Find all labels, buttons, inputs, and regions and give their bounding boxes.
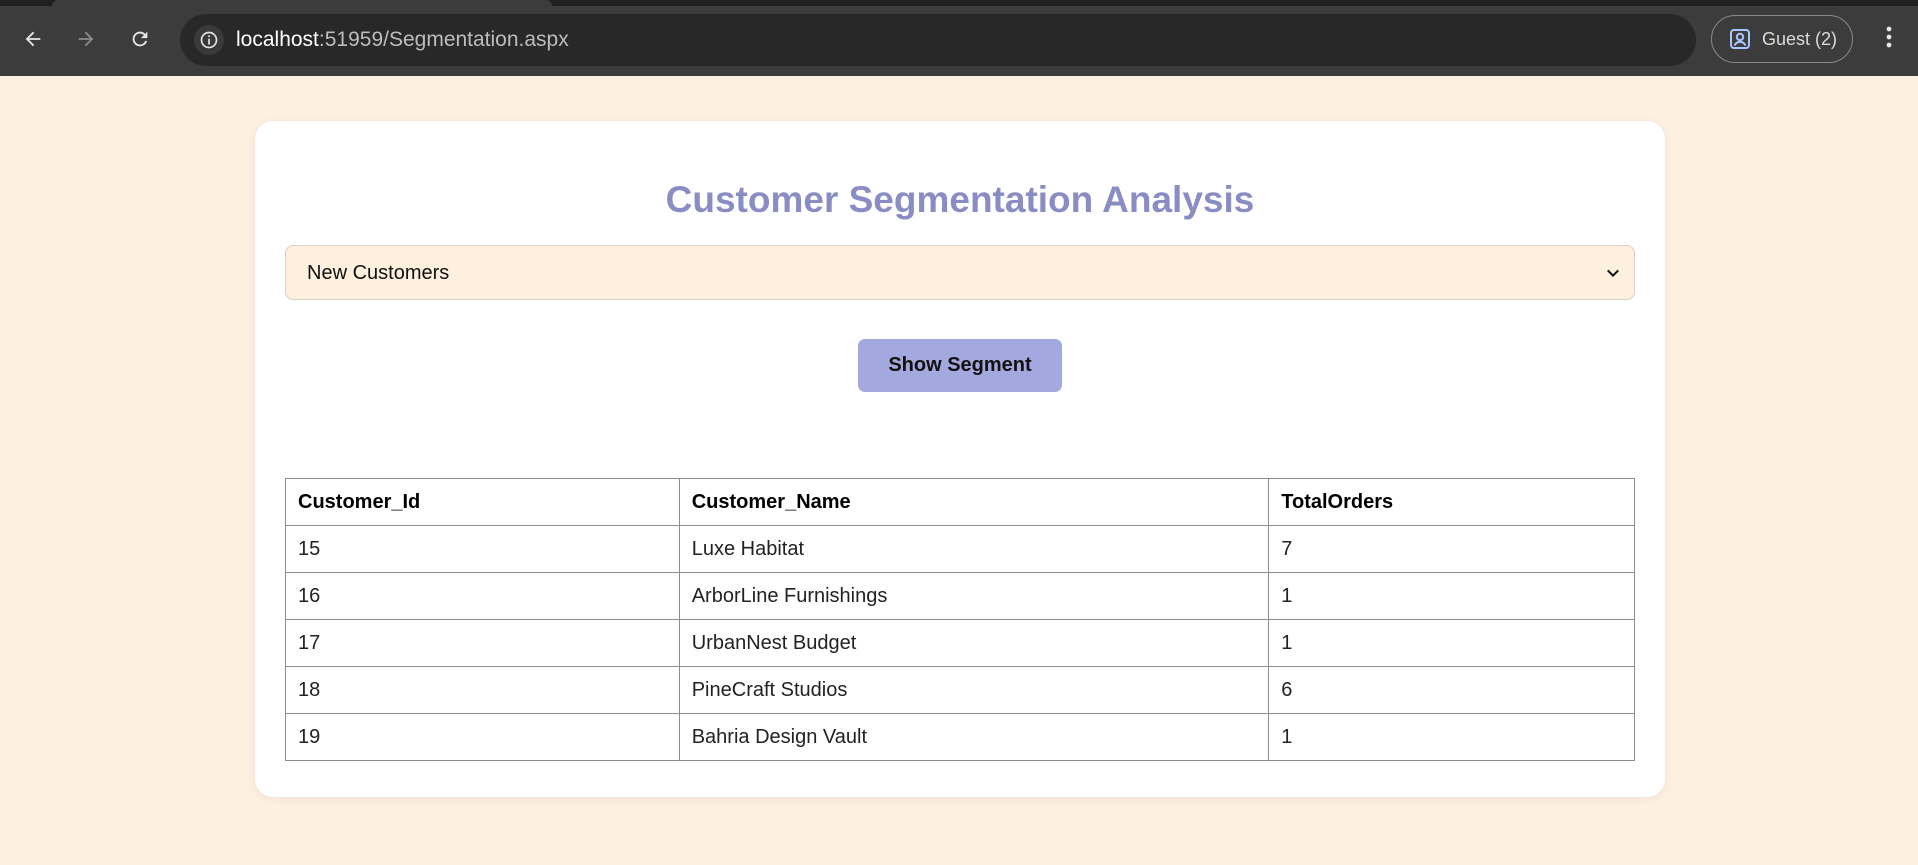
table-row: 19 Bahria Design Vault 1 xyxy=(285,713,1635,761)
chevron-down-icon xyxy=(1604,264,1622,282)
browser-toolbar: localhost:51959/Segmentation.aspx Guest … xyxy=(0,0,1918,76)
segment-select[interactable]: New Customers xyxy=(285,245,1635,300)
cell-customer-id: 19 xyxy=(285,713,680,761)
table-row: 18 PineCraft Studios 6 xyxy=(285,666,1635,714)
url-host: localhost xyxy=(236,28,319,51)
url-text[interactable]: localhost:51959/Segmentation.aspx xyxy=(236,14,569,66)
cell-customer-name: Luxe Habitat xyxy=(678,525,1270,573)
cell-total-orders: 1 xyxy=(1268,713,1635,761)
profile-icon xyxy=(1728,27,1752,51)
cell-total-orders: 6 xyxy=(1268,666,1635,714)
table-header-row: Customer_Id Customer_Name TotalOrders xyxy=(285,478,1635,526)
cell-customer-id: 18 xyxy=(285,666,680,714)
cell-total-orders: 1 xyxy=(1268,572,1635,620)
profile-label: Guest (2) xyxy=(1762,28,1838,49)
show-segment-button[interactable]: Show Segment xyxy=(858,339,1062,392)
cell-customer-name: ArborLine Furnishings xyxy=(678,572,1270,620)
info-icon[interactable] xyxy=(194,25,224,55)
kebab-menu-icon xyxy=(1885,25,1893,54)
profile-button[interactable]: Guest (2) xyxy=(1711,15,1853,63)
cell-customer-id: 15 xyxy=(285,525,680,573)
cell-customer-name: Bahria Design Vault xyxy=(678,713,1270,761)
column-header: TotalOrders xyxy=(1268,478,1635,526)
cell-total-orders: 7 xyxy=(1268,525,1635,573)
arrow-right-icon xyxy=(75,28,97,50)
tab-strip xyxy=(0,0,1918,6)
page-title: Customer Segmentation Analysis xyxy=(665,179,1255,220)
cell-customer-name: PineCraft Studios xyxy=(678,666,1270,714)
browser-menu-button[interactable] xyxy=(1874,20,1904,58)
reload-icon xyxy=(129,28,151,50)
address-bar[interactable]: localhost:51959/Segmentation.aspx xyxy=(180,14,1696,66)
cell-customer-name: UrbanNest Budget xyxy=(678,619,1270,667)
active-tab[interactable] xyxy=(52,0,552,6)
cell-customer-id: 16 xyxy=(285,572,680,620)
cell-customer-id: 17 xyxy=(285,619,680,667)
arrow-left-icon xyxy=(22,28,44,50)
table-row: 17 UrbanNest Budget 1 xyxy=(285,619,1635,667)
segment-select-value: New Customers xyxy=(307,262,450,284)
forward-button[interactable] xyxy=(67,20,105,58)
table-row: 16 ArborLine Furnishings 1 xyxy=(285,572,1635,620)
cell-total-orders: 1 xyxy=(1268,619,1635,667)
segmentation-card: Customer Segmentation Analysis New Custo… xyxy=(255,121,1665,797)
customer-table: Customer_Id Customer_Name TotalOrders 15… xyxy=(285,478,1635,761)
column-header: Customer_Name xyxy=(678,478,1270,526)
back-button[interactable] xyxy=(14,20,52,58)
url-path: :51959/Segmentation.aspx xyxy=(318,28,569,51)
table-row: 15 Luxe Habitat 7 xyxy=(285,525,1635,573)
reload-button[interactable] xyxy=(121,20,159,58)
column-header: Customer_Id xyxy=(285,478,680,526)
